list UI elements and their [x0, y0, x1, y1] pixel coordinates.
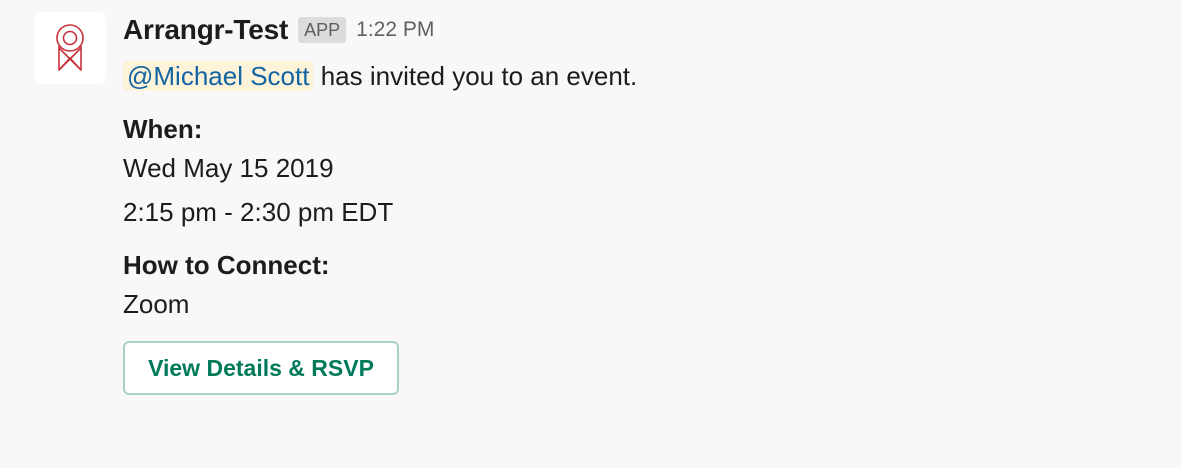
- view-details-rsvp-button[interactable]: View Details & RSVP: [123, 341, 399, 395]
- message-container: Arrangr-Test APP 1:22 PM @Michael Scott …: [0, 0, 1182, 468]
- arrangr-logo-icon: [56, 24, 84, 71]
- event-date: Wed May 15 2019: [123, 153, 334, 183]
- message-timestamp[interactable]: 1:22 PM: [356, 18, 434, 42]
- when-label: When:: [123, 114, 203, 144]
- user-mention[interactable]: @Michael Scott: [123, 61, 314, 91]
- app-badge: APP: [298, 17, 347, 43]
- message-header: Arrangr-Test APP 1:22 PM: [123, 10, 1162, 50]
- connect-value: Zoom: [123, 289, 190, 319]
- message-content: Arrangr-Test APP 1:22 PM @Michael Scott …: [123, 10, 1162, 395]
- event-time-range: 2:15 pm - 2:30 pm EDT: [123, 197, 394, 227]
- sender-name[interactable]: Arrangr-Test: [123, 14, 288, 46]
- avatar[interactable]: [34, 12, 106, 84]
- connect-label: How to Connect:: [123, 250, 330, 280]
- intro-text: has invited you to an event.: [313, 61, 638, 91]
- message-text: @Michael Scott has invited you to an eve…: [123, 58, 1162, 94]
